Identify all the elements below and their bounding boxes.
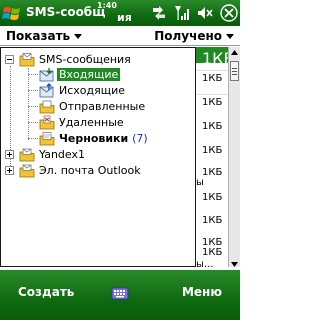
account-icon bbox=[19, 164, 35, 178]
message-size: 1КБ bbox=[202, 49, 228, 68]
account-icon bbox=[19, 148, 35, 162]
tree-connector bbox=[28, 138, 38, 139]
show-dropdown-label: Показать bbox=[6, 29, 71, 43]
ok-icon[interactable] bbox=[220, 4, 238, 22]
tree-connector bbox=[28, 122, 38, 123]
tree-node-outlook[interactable]: Эл. почта Outlook bbox=[5, 163, 195, 179]
softkey-bar: Создать Меню bbox=[0, 270, 240, 320]
signal-icon[interactable] bbox=[174, 4, 190, 22]
windows-start-icon[interactable] bbox=[2, 3, 22, 23]
tree-node-sent[interactable]: Отправленные bbox=[39, 99, 189, 115]
sync-icon[interactable] bbox=[150, 4, 168, 22]
drafts-label: Черновики bbox=[59, 132, 129, 145]
title-suffix: ия bbox=[117, 11, 132, 24]
message-row-selected[interactable]: 1КБ bbox=[196, 47, 228, 68]
tree-connector bbox=[28, 90, 38, 91]
tree-node-inbox[interactable]: Входящие bbox=[39, 67, 189, 83]
tree-node-outbox[interactable]: Исходящие bbox=[39, 83, 189, 99]
tree-node-label: Черновики (7) bbox=[57, 132, 150, 145]
tree-node-drafts[interactable]: Черновики (7) bbox=[39, 131, 189, 147]
create-button[interactable]: Создать bbox=[18, 285, 74, 299]
expand-toggle[interactable] bbox=[5, 166, 14, 175]
message-fragment-text: ы bbox=[196, 177, 204, 188]
outbox-icon bbox=[39, 83, 54, 98]
message-size: 1КБ bbox=[202, 145, 223, 156]
show-dropdown[interactable]: Показать bbox=[6, 29, 83, 43]
sort-dropdown[interactable]: Получено bbox=[154, 29, 234, 43]
message-size: 1КБ bbox=[202, 192, 223, 203]
chevron-down-icon bbox=[226, 34, 234, 39]
scroll-thumb[interactable] bbox=[230, 61, 239, 81]
tree-node-label: Yandex1 bbox=[39, 148, 85, 161]
tree-node-label: Эл. почта Outlook bbox=[39, 164, 141, 177]
scroll-up-arrow-icon[interactable] bbox=[229, 47, 240, 59]
tree-connector bbox=[28, 74, 38, 75]
title-bar: SMS-сообщ 1:40 ия bbox=[0, 0, 240, 26]
message-size: 1КБ bbox=[202, 167, 223, 178]
row-separator bbox=[196, 70, 228, 71]
inbox-icon bbox=[39, 68, 54, 82]
message-size: 1КБ bbox=[202, 215, 223, 226]
clock-time: 1:40 bbox=[97, 1, 117, 10]
tree-node-label: Исходящие bbox=[59, 84, 126, 97]
message-size: 1КБ bbox=[202, 247, 223, 258]
deleted-icon bbox=[39, 115, 55, 130]
tree-node-deleted[interactable]: Удаленные bbox=[39, 115, 189, 131]
tree-node-yandex1[interactable]: Yandex1 bbox=[5, 147, 195, 163]
collapse-toggle[interactable] bbox=[5, 55, 14, 64]
row-separator bbox=[196, 94, 228, 95]
tree-node-label: Удаленные bbox=[59, 116, 124, 129]
folder-tree[interactable]: SMS-сообщения Входящие Исходящие Отправл… bbox=[0, 47, 196, 267]
sort-dropdown-label: Получено bbox=[154, 29, 222, 43]
app-title: SMS-сообщ bbox=[26, 5, 106, 19]
message-list[interactable]: 1КБ 1КБ 1КБ 1КБ 1КБ 1КБ ы 1КБ 1КБ 1КБ 1К… bbox=[196, 47, 228, 270]
keyboard-icon[interactable] bbox=[110, 283, 130, 303]
chevron-down-icon bbox=[74, 34, 83, 39]
speaker-icon[interactable] bbox=[196, 4, 214, 22]
tree-node-sms[interactable]: SMS-сообщения bbox=[5, 52, 195, 68]
message-size: 1КБ bbox=[202, 73, 223, 84]
tree-connector bbox=[28, 106, 38, 107]
scrollbar[interactable] bbox=[228, 47, 240, 270]
message-size: 1КБ bbox=[202, 121, 223, 132]
sent-icon bbox=[39, 100, 55, 114]
tree-node-label: Входящие bbox=[57, 68, 121, 81]
drafts-icon bbox=[39, 132, 55, 146]
tree-connector bbox=[28, 68, 29, 140]
tree-node-label: SMS-сообщения bbox=[39, 53, 131, 66]
messages-folder-icon bbox=[19, 53, 35, 67]
clock[interactable]: 1:40 ия bbox=[97, 1, 132, 25]
tree-node-label: Отправленные bbox=[59, 100, 146, 113]
menu-button[interactable]: Меню bbox=[182, 285, 222, 299]
header-bar: Показать Получено bbox=[0, 26, 240, 46]
expand-toggle[interactable] bbox=[5, 150, 14, 159]
drafts-count: (7) bbox=[132, 132, 148, 145]
message-size: 1КБ bbox=[202, 97, 223, 108]
